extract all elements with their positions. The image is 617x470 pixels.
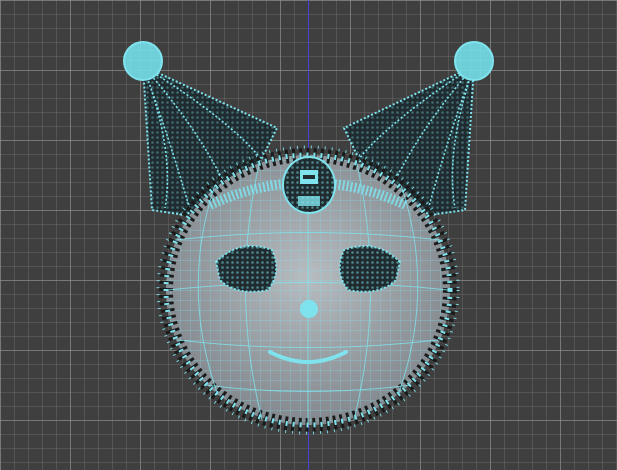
right-pompom[interactable] <box>454 41 494 81</box>
left-pompom[interactable] <box>123 41 163 81</box>
wireframe-model[interactable] <box>0 0 617 470</box>
nose[interactable] <box>300 300 318 318</box>
3d-viewport[interactable] <box>0 0 617 470</box>
